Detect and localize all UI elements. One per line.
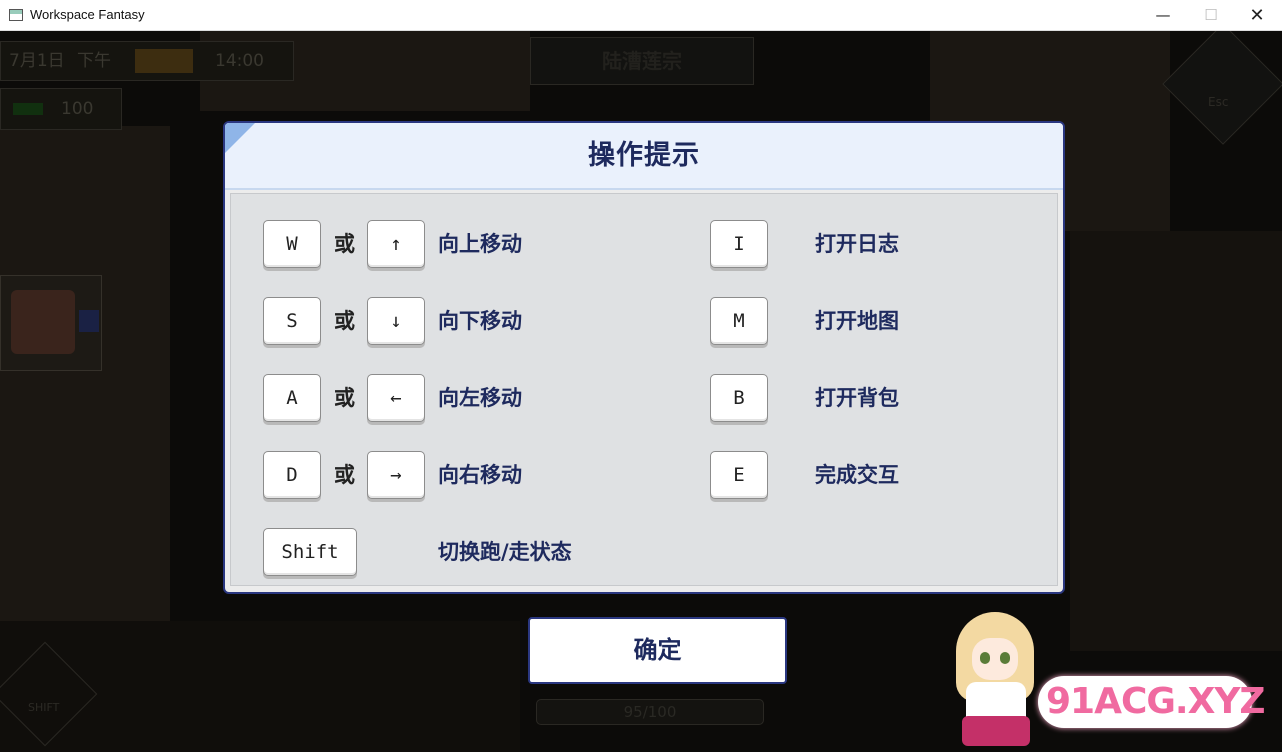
app-icon	[9, 9, 23, 21]
action-open-map: 打开地图	[815, 309, 899, 333]
dialog-title: 操作提示	[588, 140, 700, 171]
mascot-eye-right	[1000, 652, 1010, 664]
or-label: 或	[334, 386, 355, 410]
key-s: S	[263, 297, 321, 345]
key-d: D	[263, 451, 321, 499]
key-arrow-left: ←	[367, 374, 425, 422]
bg-room-right-lower	[1070, 231, 1282, 651]
action-open-log: 打开日志	[815, 232, 899, 256]
key-i: I	[710, 220, 768, 268]
action-move-left: 向左移动	[438, 386, 522, 410]
window-titlebar: Workspace Fantasy — ☐ ✕	[0, 0, 1282, 31]
settings-esc-label: Esc	[1208, 95, 1229, 109]
minimize-button[interactable]: —	[1140, 0, 1186, 31]
energy-battery-icon	[13, 103, 43, 115]
weather-icon	[135, 49, 193, 73]
date-time-panel: 7月1日 下午 14:00	[0, 41, 294, 81]
confirm-button[interactable]: 确定	[528, 617, 787, 684]
shift-hud-label: SHIFT	[28, 701, 60, 714]
key-e: E	[710, 451, 768, 499]
character-portrait[interactable]	[0, 275, 102, 371]
mascot-skirt	[962, 716, 1030, 746]
close-button[interactable]: ✕	[1234, 0, 1280, 31]
watermark-mascot-image	[944, 612, 1044, 752]
settings-gear-icon[interactable]	[1162, 31, 1282, 145]
key-arrow-right: →	[367, 451, 425, 499]
or-label: 或	[334, 232, 355, 256]
window-title: Workspace Fantasy	[30, 7, 145, 22]
mascot-eye-left	[980, 652, 990, 664]
action-move-right: 向右移动	[438, 463, 522, 487]
dialog-header: 操作提示	[225, 123, 1063, 190]
key-shift: Shift	[263, 528, 357, 576]
energy-value: 100	[61, 99, 94, 119]
date-text: 7月1日	[9, 51, 65, 71]
key-m: M	[710, 297, 768, 345]
watermark-text: 91ACG.XYZ	[1046, 681, 1266, 722]
key-arrow-up: ↑	[367, 220, 425, 268]
action-move-down: 向下移动	[438, 309, 522, 333]
action-move-up: 向上移动	[438, 232, 522, 256]
progress-bar: 95/100	[536, 699, 764, 725]
mascot-face	[972, 638, 1018, 680]
key-w: W	[263, 220, 321, 268]
or-label: 或	[334, 463, 355, 487]
or-label: 或	[334, 309, 355, 333]
key-b: B	[710, 374, 768, 422]
time-text: 14:00	[215, 51, 264, 71]
key-a: A	[263, 374, 321, 422]
maximize-button[interactable]: ☐	[1188, 0, 1234, 31]
action-toggle-run: 切换跑/走状态	[438, 540, 572, 564]
avatar	[11, 290, 75, 354]
energy-panel: 100	[0, 88, 122, 130]
controls-dialog: 操作提示 W 或 ↑ 向上移动 S 或 ↓ 向下移动 A 或 ← 向左移动 D …	[223, 121, 1065, 594]
action-interact: 完成交互	[815, 463, 899, 487]
play-arrow-icon	[79, 310, 99, 332]
action-open-bag: 打开背包	[815, 386, 899, 410]
bg-room-left	[0, 126, 170, 626]
period-text: 下午	[77, 51, 111, 71]
key-arrow-down: ↓	[367, 297, 425, 345]
location-banner: 陆漕莲宗	[530, 37, 754, 85]
dialog-body: W 或 ↑ 向上移动 S 或 ↓ 向下移动 A 或 ← 向左移动 D 或 → 向…	[230, 193, 1058, 586]
